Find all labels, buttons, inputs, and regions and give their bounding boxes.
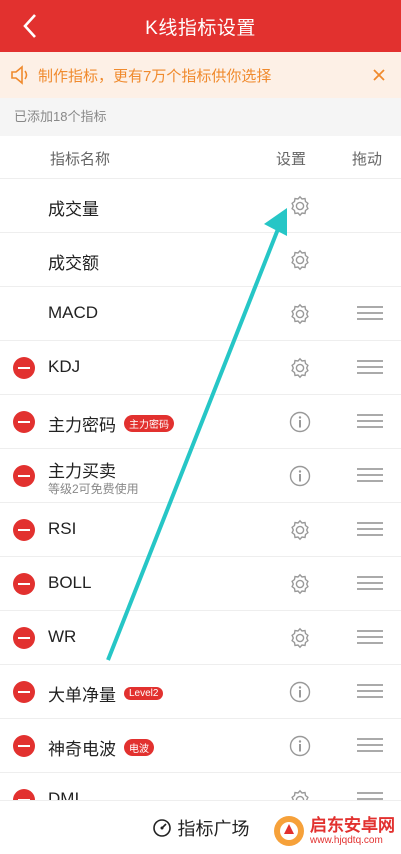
notice-text: 制作指标，更有7万个指标供你选择 xyxy=(38,67,272,85)
remove-button[interactable] xyxy=(13,357,35,379)
header-bar: K线指标设置 xyxy=(0,0,401,52)
info-icon[interactable] xyxy=(289,411,311,433)
indicator-name-text: RSI xyxy=(48,519,77,538)
column-name-label: 指标名称 xyxy=(50,151,111,168)
indicator-row: 成交额 xyxy=(0,232,401,286)
gear-icon[interactable] xyxy=(289,519,311,541)
indicator-row: KDJ xyxy=(0,340,401,394)
column-settings-label: 设置 xyxy=(276,151,307,168)
indicator-name-text: KDJ xyxy=(48,357,81,376)
indicator-name-text: WR xyxy=(48,627,77,646)
indicator-name: MACD xyxy=(48,303,98,323)
drag-handle-icon[interactable] xyxy=(357,630,383,646)
info-icon[interactable] xyxy=(289,465,311,487)
drag-handle-icon[interactable] xyxy=(357,576,383,592)
indicator-name: 大单净量 Level2 xyxy=(48,681,164,706)
watermark-url: www.hjqdtq.com xyxy=(310,834,383,846)
indicator-name: 成交额 xyxy=(48,249,99,274)
indicator-row: 主力买卖 等级2可免费使用 xyxy=(0,448,401,502)
compass-icon xyxy=(152,818,171,837)
watermark-logo-icon xyxy=(274,816,304,846)
indicator-badge: Level2 xyxy=(124,687,164,700)
drag-handle-icon[interactable] xyxy=(357,684,383,700)
drag-handle-icon[interactable] xyxy=(357,522,383,538)
watermark-title: 启东安卓网 xyxy=(310,815,395,835)
gear-icon[interactable] xyxy=(289,573,311,595)
indicator-row: RSI xyxy=(0,502,401,556)
drag-handle-icon[interactable] xyxy=(357,738,383,754)
remove-button[interactable] xyxy=(13,681,35,703)
indicator-square-label: 指标广场 xyxy=(177,818,250,839)
drag-handle-icon[interactable] xyxy=(357,360,383,376)
page-title: K线指标设置 xyxy=(145,17,256,39)
indicator-count: 已添加18个指标 xyxy=(0,98,401,136)
column-header: 指标名称 设置 拖动 xyxy=(0,136,401,178)
indicator-row: BOLL xyxy=(0,556,401,610)
indicator-row: 成交量 xyxy=(0,178,401,232)
gear-icon[interactable] xyxy=(289,195,311,217)
gear-icon[interactable] xyxy=(289,303,311,325)
drag-handle-icon[interactable] xyxy=(357,414,383,430)
indicator-square-button[interactable]: 指标广场 xyxy=(152,815,250,841)
gear-icon[interactable] xyxy=(289,249,311,271)
speaker-icon xyxy=(10,65,38,85)
indicator-name: BOLL xyxy=(48,573,91,593)
back-button[interactable] xyxy=(10,10,50,42)
remove-button[interactable] xyxy=(13,573,35,595)
watermark: 启东安卓网 www.hjqdtq.com xyxy=(272,814,395,848)
indicator-name-text: BOLL xyxy=(48,573,92,592)
indicator-name-text: 成交额 xyxy=(48,254,99,273)
gear-icon[interactable] xyxy=(289,357,311,379)
indicator-name-text: 主力买卖 xyxy=(48,462,116,481)
indicator-row: MACD xyxy=(0,286,401,340)
indicator-name: 主力买卖 xyxy=(48,457,116,482)
indicator-row: 主力密码 主力密码 xyxy=(0,394,401,448)
column-drag-label: 拖动 xyxy=(352,151,383,168)
remove-button[interactable] xyxy=(13,465,35,487)
gear-icon[interactable] xyxy=(289,627,311,649)
indicator-badge: 电波 xyxy=(124,739,154,756)
indicator-subtext: 等级2可免费使用 xyxy=(48,482,139,496)
indicator-list: 成交量成交额 MACD KDJ 主力密码 主力密码主力买卖 等级2可免费使用 RSI BOLL… xyxy=(0,178,401,826)
close-icon xyxy=(373,69,385,81)
indicator-row: 神奇电波 电波 xyxy=(0,718,401,772)
indicator-name-text: 成交量 xyxy=(48,200,99,219)
indicator-name: RSI xyxy=(48,519,76,539)
indicator-badge: 主力密码 xyxy=(124,415,174,432)
back-arrow-icon xyxy=(23,14,36,38)
notice-banner[interactable]: 制作指标，更有7万个指标供你选择 xyxy=(0,52,401,98)
indicator-name-text: 神奇电波 xyxy=(48,740,116,759)
indicator-name-text: 主力密码 xyxy=(48,416,116,435)
indicator-name: 主力密码 主力密码 xyxy=(48,411,174,436)
info-icon[interactable] xyxy=(289,681,311,703)
remove-button[interactable] xyxy=(13,627,35,649)
remove-button[interactable] xyxy=(13,519,35,541)
indicator-name: 神奇电波 电波 xyxy=(48,735,154,760)
indicator-name: KDJ xyxy=(48,357,80,377)
indicator-row: 大单净量 Level2 xyxy=(0,664,401,718)
indicator-name-text: MACD xyxy=(48,303,99,322)
info-icon[interactable] xyxy=(289,735,311,757)
drag-handle-icon[interactable] xyxy=(357,468,383,484)
indicator-name: 成交量 xyxy=(48,195,99,220)
indicator-row: WR xyxy=(0,610,401,664)
drag-handle-icon[interactable] xyxy=(357,306,383,322)
remove-button[interactable] xyxy=(13,411,35,433)
indicator-name: WR xyxy=(48,627,76,647)
indicator-name-text: 大单净量 xyxy=(48,686,116,705)
remove-button[interactable] xyxy=(13,735,35,757)
close-notice-button[interactable] xyxy=(365,69,393,81)
